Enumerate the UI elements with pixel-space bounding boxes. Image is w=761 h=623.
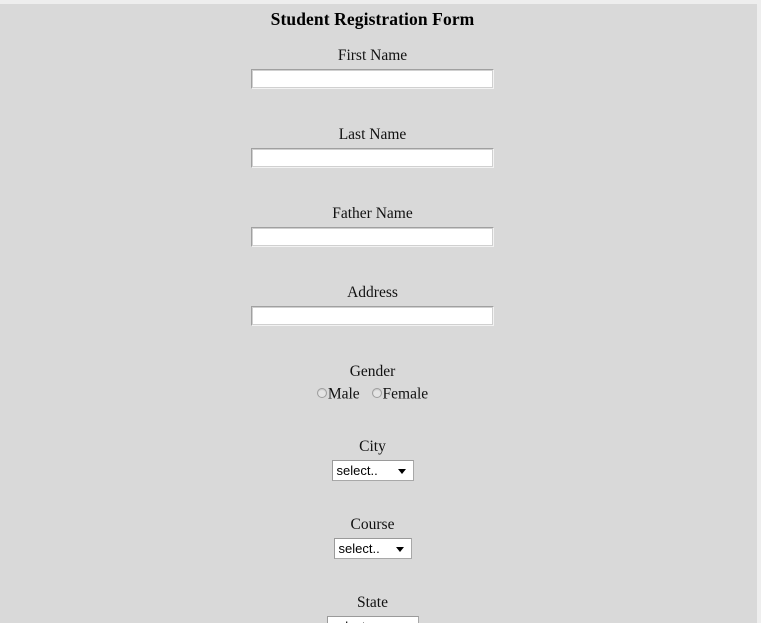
- field-group-father-name: Father Name: [0, 205, 745, 247]
- field-group-state: State select..: [0, 594, 745, 623]
- field-group-address: Address: [0, 284, 745, 326]
- student-registration-form: Student Registration Form First Name Las…: [0, 4, 757, 623]
- gender-option-female-label: Female: [382, 385, 429, 403]
- field-group-city: City select..: [0, 438, 745, 482]
- course-select[interactable]: select..: [333, 538, 412, 560]
- father-name-label: Father Name: [332, 205, 413, 222]
- first-name-label: First Name: [337, 47, 408, 64]
- field-group-first-name: First Name: [0, 47, 745, 89]
- chevron-down-icon: [395, 546, 404, 552]
- course-label: Course: [350, 516, 395, 534]
- radio-icon[interactable]: [371, 388, 382, 399]
- gender-radio-group: Male Female: [0, 385, 745, 403]
- last-name-label: Last Name: [338, 126, 407, 143]
- field-group-last-name: Last Name: [0, 126, 745, 168]
- state-select-value: select..: [328, 617, 418, 623]
- address-label: Address: [347, 284, 398, 301]
- page-background: Student Registration Form First Name Las…: [0, 4, 757, 623]
- chevron-down-icon: [397, 468, 406, 474]
- first-name-input[interactable]: [251, 69, 494, 89]
- gender-option-male-label: Male: [327, 385, 360, 403]
- gender-option-female[interactable]: Female: [371, 385, 429, 403]
- radio-icon[interactable]: [316, 388, 327, 399]
- field-group-course: Course select..: [0, 516, 745, 560]
- state-select[interactable]: select..: [326, 616, 419, 623]
- gender-option-male[interactable]: Male: [316, 385, 360, 403]
- address-input[interactable]: [251, 306, 494, 326]
- city-select[interactable]: select..: [331, 460, 414, 482]
- father-name-input[interactable]: [251, 227, 494, 247]
- field-group-gender: Gender Male Female: [0, 363, 745, 403]
- gender-label: Gender: [349, 363, 396, 380]
- state-label: State: [357, 594, 388, 612]
- last-name-input[interactable]: [251, 148, 494, 168]
- page-title: Student Registration Form: [270, 9, 475, 29]
- city-label: City: [359, 438, 386, 456]
